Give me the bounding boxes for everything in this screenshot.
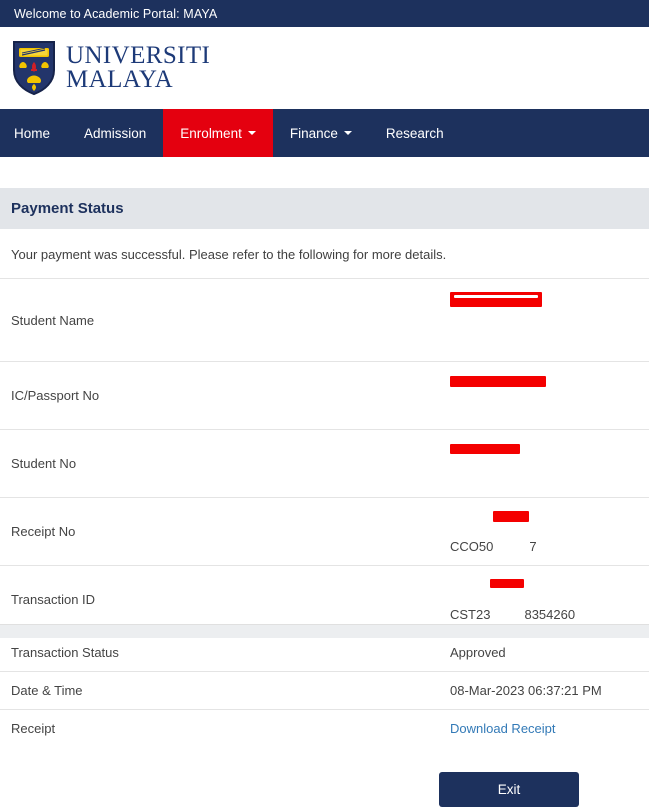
receipt-no-suffix: 7 — [529, 539, 537, 554]
table-row: IC/Passport No — [0, 361, 649, 430]
row-label: Transaction Status — [11, 645, 119, 660]
table-row: Transaction Status Approved — [0, 633, 649, 672]
nav-item-research[interactable]: Research — [369, 109, 461, 157]
nav-label-home: Home — [14, 125, 51, 141]
nav-item-enrolment[interactable]: Enrolment — [163, 109, 273, 157]
table-row: Student Name — [0, 278, 649, 362]
redacted-student-no — [450, 441, 520, 486]
row-value-datetime: 08-Mar-2023 06:37:21 PM — [450, 683, 602, 698]
payment-status-content: Your payment was successful. Please refe… — [0, 229, 649, 807]
brand-line-2: MALAYA — [66, 66, 174, 93]
row-label: Date & Time — [11, 683, 83, 698]
table-row: Receipt Download Receipt — [0, 709, 649, 748]
row-value — [439, 279, 649, 362]
row-value: Download Receipt — [439, 710, 649, 748]
brand-line-1: UNIVERSITI — [66, 41, 211, 69]
redacted-student-name — [450, 290, 542, 350]
welcome-text: Welcome to Academic Portal: MAYA — [14, 6, 218, 21]
redacted-ic-passport-no — [450, 373, 546, 418]
action-bar: Exit — [0, 747, 649, 807]
nav-label-enrolment: Enrolment — [180, 125, 242, 141]
row-value — [439, 430, 649, 498]
transaction-id-prefix: CST23 — [450, 607, 491, 622]
nav-item-finance[interactable]: Finance — [273, 109, 369, 157]
university-crest-icon — [11, 40, 57, 96]
welcome-bar: Welcome to Academic Portal: MAYA — [0, 0, 649, 27]
row-label: Receipt No — [11, 524, 76, 539]
table-row: Date & Time 08-Mar-2023 06:37:21 PM — [0, 671, 649, 710]
exit-button[interactable]: Exit — [439, 772, 579, 807]
nav-item-admission[interactable]: Admission — [67, 109, 163, 157]
nav-label-finance: Finance — [289, 125, 338, 141]
page-title: Payment Status — [11, 200, 124, 217]
brand-header: UNIVERSITI MALAYA — [0, 27, 649, 109]
brand-wordmark: UNIVERSITI MALAYA — [66, 41, 211, 93]
panel-header: Payment Status — [0, 188, 649, 229]
nav-item-home[interactable]: Home — [0, 109, 67, 157]
row-value — [439, 362, 649, 430]
redaction-mark — [493, 511, 530, 522]
chevron-down-icon — [343, 131, 352, 135]
main-navigation: Home Admission Enrolment Finance Researc… — [0, 109, 649, 157]
footer-strip — [0, 624, 649, 638]
receipt-no-prefix: CCO50 — [450, 539, 494, 554]
row-label: Student No — [11, 456, 77, 471]
row-value: CCO50 7 — [439, 498, 649, 566]
download-receipt-link[interactable]: Download Receipt — [450, 721, 556, 736]
table-row: Student No — [0, 429, 649, 498]
payment-details-body: Student Name IC/Passport No Student No R… — [0, 278, 649, 748]
redaction-mark — [450, 444, 520, 454]
nav-label-admission: Admission — [84, 125, 147, 141]
table-row: Receipt No CCO50 7 — [0, 497, 649, 566]
redaction-mark — [450, 376, 546, 387]
chevron-down-icon — [247, 131, 256, 135]
row-label: Receipt — [11, 721, 56, 736]
status-message: Your payment was successful. Please refe… — [11, 247, 447, 262]
status-badge: Approved — [450, 645, 506, 660]
redacted-receipt-no — [493, 509, 530, 554]
payment-details-table: Student Name IC/Passport No Student No R… — [0, 278, 649, 747]
row-label: IC/Passport No — [11, 388, 100, 403]
transaction-id-suffix: 8354260 — [524, 607, 576, 622]
redaction-mark — [490, 579, 525, 588]
redacted-transaction-id — [490, 577, 525, 622]
nav-spacer — [0, 157, 649, 188]
redaction-mark — [454, 295, 538, 298]
row-label: Student Name — [11, 312, 95, 328]
nav-label-research: Research — [385, 125, 444, 141]
